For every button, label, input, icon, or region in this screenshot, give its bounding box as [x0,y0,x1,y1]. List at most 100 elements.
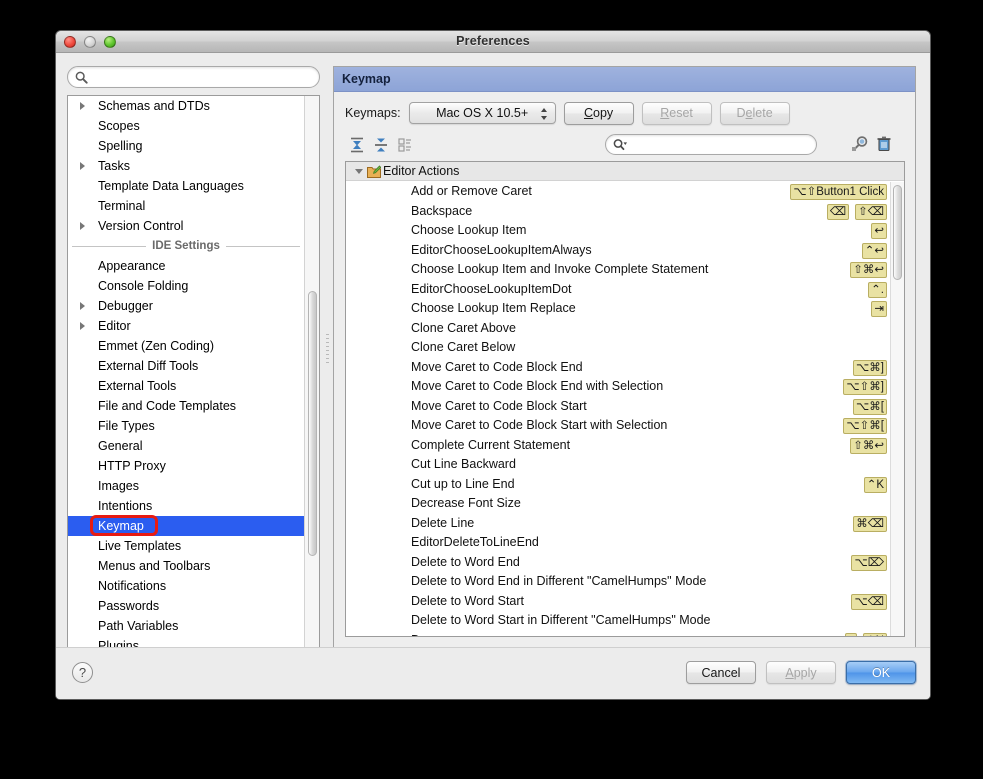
sidebar-item-intentions[interactable]: Intentions [68,496,304,516]
disclosure-triangle-icon[interactable] [80,322,85,330]
shortcut-badge[interactable]: ⌃K [863,476,887,493]
sidebar-scrollbar[interactable] [304,96,319,648]
panel-splitter[interactable] [323,66,333,649]
action-row[interactable]: Cut Line Backward [346,455,890,475]
shortcut-badge[interactable]: ⌥⌦ [851,554,887,571]
copy-keymap-button[interactable]: Copy [563,101,634,125]
actions-scrollbar[interactable] [890,182,904,636]
search-input[interactable] [90,69,311,86]
shortcut-badge[interactable]: ⌥⇧Button1 Click [790,184,887,200]
shortcut-badge[interactable]: ⇧⌘↩ [850,262,887,278]
action-row[interactable]: Delete to Word End ⌥⌦ [346,553,890,573]
action-row[interactable]: Choose Lookup Item ↩ [346,221,890,241]
action-row[interactable]: Complete Current Statement ⇧⌘↩ [346,436,890,456]
sidebar-item-images[interactable]: Images [68,476,304,496]
sidebar-item-emmet-zen-coding[interactable]: Emmet (Zen Coding) [68,336,304,356]
action-row[interactable]: Move Caret to Code Block End ⌥⌘] [346,358,890,378]
disclosure-triangle-icon[interactable] [80,302,85,310]
sidebar-item-path-variables[interactable]: Path Variables [68,616,304,636]
sidebar-item-passwords[interactable]: Passwords [68,596,304,616]
shortcut-badge[interactable]: ⌥⇧⌘] [843,379,887,395]
sidebar-item-general[interactable]: General [68,436,304,456]
cancel-button[interactable]: Cancel [686,661,756,684]
action-row[interactable]: EditorChooseLookupItemDot ⌃. [346,280,890,300]
sidebar-item-http-proxy[interactable]: HTTP Proxy [68,456,304,476]
action-row[interactable]: Backspace ⌫ ⇧⌫ [346,202,890,222]
actions-group-row[interactable]: Editor Actions [346,162,904,181]
action-row[interactable]: Add or Remove Caret ⌥⇧Button1 Click [346,182,890,202]
ok-button[interactable]: OK [846,661,916,684]
sidebar-item-appearance[interactable]: Appearance [68,256,304,276]
action-row[interactable]: Delete Line ⌘⌫ [346,514,890,534]
sidebar-item-spelling[interactable]: Spelling [68,136,304,156]
action-name: Choose Lookup Item and Invoke Complete S… [411,262,709,276]
expand-all-icon[interactable] [347,136,367,154]
sidebar-item-external-tools[interactable]: External Tools [68,376,304,396]
sidebar-item-live-templates[interactable]: Live Templates [68,536,304,556]
sidebar-item-debugger[interactable]: Debugger [68,296,304,316]
action-shortcuts: ⌥⌫ [851,593,887,610]
group-disclosure-icon[interactable] [355,169,363,174]
shortcut-badge[interactable]: ⌫ [826,203,850,220]
shortcut-badge[interactable]: ↩ [871,223,887,239]
action-row[interactable]: Down ↓ ⌃N [346,631,890,636]
action-row[interactable]: Cut up to Line End ⌃K [346,475,890,495]
action-row[interactable]: Delete to Word Start in Different "Camel… [346,611,890,631]
sidebar-item-scopes[interactable]: Scopes [68,116,304,136]
shortcut-badge[interactable]: ⌃↩ [861,242,887,259]
delete-keymap-button[interactable]: Delete [719,101,790,125]
sidebar-item-schemas-and-dtds[interactable]: Schemas and DTDs [68,96,304,116]
sidebar-scrollbar-thumb[interactable] [308,291,317,556]
sidebar-item-file-and-code-templates[interactable]: File and Code Templates [68,396,304,416]
sidebar-item-tasks[interactable]: Tasks [68,156,304,176]
shortcut-badge[interactable]: ⌥⌘] [853,359,887,376]
shortcut-badge[interactable]: ↓ [845,632,858,636]
delete-shortcut-icon[interactable] [874,135,894,153]
reset-keymap-button[interactable]: Reset [641,101,712,125]
shortcut-badge[interactable]: ⌃. [868,281,887,298]
action-row[interactable]: Decrease Font Size [346,494,890,514]
sidebar-item-editor[interactable]: Editor [68,316,304,336]
sidebar-search-box[interactable] [67,66,320,88]
sidebar-item-console-folding[interactable]: Console Folding [68,276,304,296]
actions-scrollbar-thumb[interactable] [893,185,902,280]
shortcut-badge[interactable]: ⇧⌘↩ [850,437,887,454]
shortcut-badge[interactable]: ⌥⌫ [851,593,887,610]
action-row[interactable]: Delete to Word End in Different "CamelHu… [346,572,890,592]
sidebar-item-notifications[interactable]: Notifications [68,576,304,596]
keymaps-select[interactable]: Mac OS X 10.5+ [408,102,556,124]
sidebar-item-template-data-languages[interactable]: Template Data Languages [68,176,304,196]
action-row[interactable]: Clone Caret Above [346,319,890,339]
sidebar-item-file-types[interactable]: File Types [68,416,304,436]
action-row[interactable]: EditorDeleteToLineEnd [346,533,890,553]
disclosure-triangle-icon[interactable] [80,162,85,170]
disclosure-triangle-icon[interactable] [80,102,85,110]
sidebar-item-keymap[interactable]: Keymap [68,516,304,536]
shortcut-badge[interactable]: ⌘⌫ [853,515,887,532]
shortcut-badge[interactable]: ⌥⇧⌘[ [843,418,887,434]
sidebar-item-external-diff-tools[interactable]: External Diff Tools [68,356,304,376]
collapse-all-icon[interactable] [371,136,391,154]
edit-shortcut-icon[interactable] [395,136,415,154]
action-row[interactable]: Clone Caret Below [346,338,890,358]
help-button[interactable]: ? [72,662,93,683]
action-row[interactable]: Choose Lookup Item Replace ⇥ [346,299,890,319]
shortcut-badge[interactable]: ⇧⌫ [855,203,887,220]
action-row[interactable]: Move Caret to Code Block End with Select… [346,377,890,397]
shortcut-badge[interactable]: ⌃N [863,632,887,636]
sidebar-item-version-control[interactable]: Version Control [68,216,304,236]
action-row[interactable]: Move Caret to Code Block Start ⌥⌘[ [346,397,890,417]
action-row[interactable]: Choose Lookup Item and Invoke Complete S… [346,260,890,280]
apply-button[interactable]: Apply [766,661,836,684]
action-row[interactable]: Delete to Word Start ⌥⌫ [346,592,890,612]
shortcut-badge[interactable]: ⌥⌘[ [853,398,887,415]
find-by-shortcut-icon[interactable] [850,135,870,153]
sidebar-item-terminal[interactable]: Terminal [68,196,304,216]
action-row[interactable]: Move Caret to Code Block Start with Sele… [346,416,890,436]
actions-filter-box[interactable] [605,134,817,155]
action-row[interactable]: EditorChooseLookupItemAlways ⌃↩ [346,241,890,261]
shortcut-badge[interactable]: ⇥ [871,301,887,317]
actions-filter-input[interactable] [632,137,808,153]
disclosure-triangle-icon[interactable] [80,222,85,230]
sidebar-item-menus-and-toolbars[interactable]: Menus and Toolbars [68,556,304,576]
